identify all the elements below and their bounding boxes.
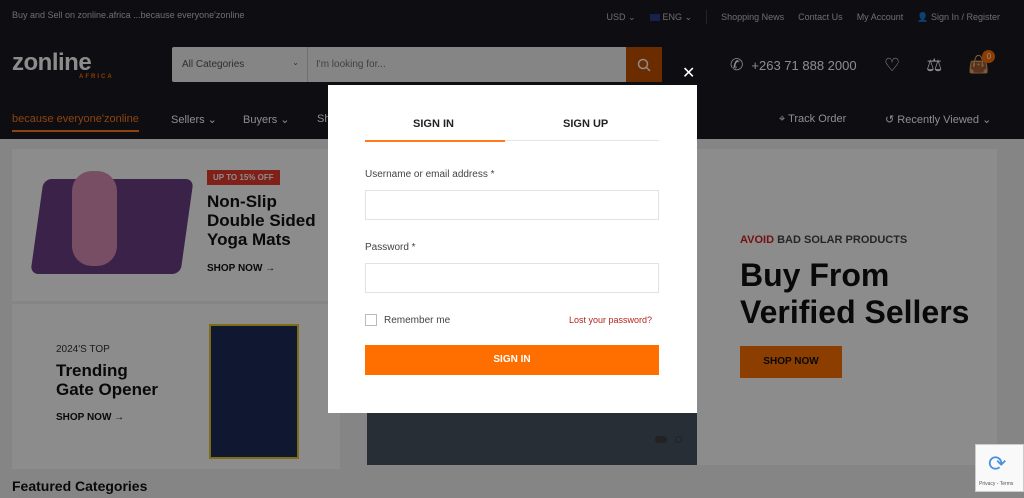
lost-password-link[interactable]: Lost your password? [569, 315, 652, 325]
username-label: Username or email address * [365, 169, 495, 180]
recaptcha-links[interactable]: Privacy - Terms [979, 481, 1013, 487]
tab-signin[interactable]: SIGN IN [413, 118, 454, 130]
password-field[interactable] [365, 263, 659, 293]
username-field[interactable] [365, 190, 659, 220]
recaptcha-badge[interactable]: ⟳ Privacy - Terms [975, 444, 1024, 492]
password-label: Password * [365, 242, 416, 253]
close-icon[interactable]: ✕ [682, 63, 695, 83]
remember-checkbox[interactable] [365, 314, 377, 326]
tab-signup[interactable]: SIGN UP [563, 118, 608, 130]
active-tab-indicator [365, 140, 505, 142]
auth-tabs: SIGN IN SIGN UP [365, 116, 659, 142]
signin-modal: SIGN IN SIGN UP Username or email addres… [328, 85, 697, 413]
remember-label[interactable]: Remember me [384, 315, 450, 326]
slider-dot-active[interactable] [655, 436, 667, 443]
slider-dot[interactable] [675, 436, 682, 443]
recaptcha-icon: ⟳ [988, 451, 1007, 476]
slider-dots [655, 436, 682, 443]
signin-button[interactable]: SIGN IN [365, 345, 659, 375]
